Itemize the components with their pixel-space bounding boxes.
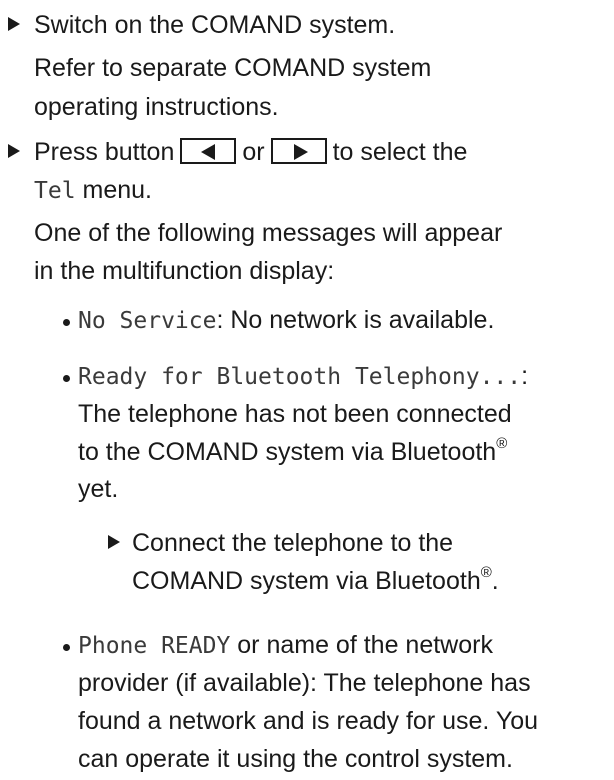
substep-line-1: Connect the telephone to the [132,529,454,557]
message-text: or name of the network [230,631,493,659]
message-3-line-2: found a network and is ready for use. Yo… [78,707,539,735]
message-3-code-line: Phone READY or name of the network [78,628,493,663]
message-colon: : [521,362,529,390]
message-code: Ready for Bluetooth Telephony... [78,364,522,390]
bullet-icon [63,319,70,326]
registered-mark: ® [496,434,508,452]
substep-line-2-text: COMAND system via Bluetooth [132,567,481,595]
message-code: Phone READY [78,633,231,659]
message-3-line-1: provider (if available): The telephone h… [78,669,531,697]
step-2-result-line-1: One of the following messages will appea… [34,219,503,247]
step-1-note-line-2: operating instructions. [34,93,279,121]
bullet-icon [63,644,70,651]
step-1-action: Switch on the COMAND system. [34,11,396,39]
step-2-result-line-2: in the multifunction display: [34,257,335,285]
triangle-left-icon [201,144,216,161]
message-1: No Service: No network is available. [78,303,494,338]
message-code: No Service [78,308,217,334]
message-2-line-2-text: to the COMAND system via Bluetooth [78,438,497,466]
step-2-press-text: Press button [34,138,175,166]
registered-mark: ® [480,563,492,581]
substep-line-2: COMAND system via Bluetooth®. [132,564,499,598]
or-text: or [242,138,265,166]
step-arrow-icon [8,17,20,31]
step-arrow-icon [8,144,20,158]
menu-code-tel: Tel [34,178,76,204]
step-2-select-text: to select the [332,138,468,166]
message-text: : No network is available. [216,306,495,334]
message-2-code-line: Ready for Bluetooth Telephony...: [78,359,528,394]
right-button-key [270,138,327,165]
triangle-right-icon [293,144,308,161]
step-1-note-line-1: Refer to separate COMAND system [34,54,432,82]
menu-suffix: menu. [75,176,152,204]
substep-period: . [491,567,499,595]
message-2-line-3: yet. [78,475,119,503]
step-arrow-icon [108,535,120,549]
message-3-line-3: can operate it using the control system. [78,745,513,773]
step-2-menu-line: Tel menu. [34,173,152,208]
step-2-action: Press button or to select the [34,135,467,169]
left-button-key [180,138,237,165]
message-2-line-2: to the COMAND system via Bluetooth® [78,435,507,469]
manual-page: Switch on the COMAND system. Refer to se… [0,0,614,780]
message-2-line-1: The telephone has not been connected [78,400,512,428]
bullet-icon [63,375,70,382]
